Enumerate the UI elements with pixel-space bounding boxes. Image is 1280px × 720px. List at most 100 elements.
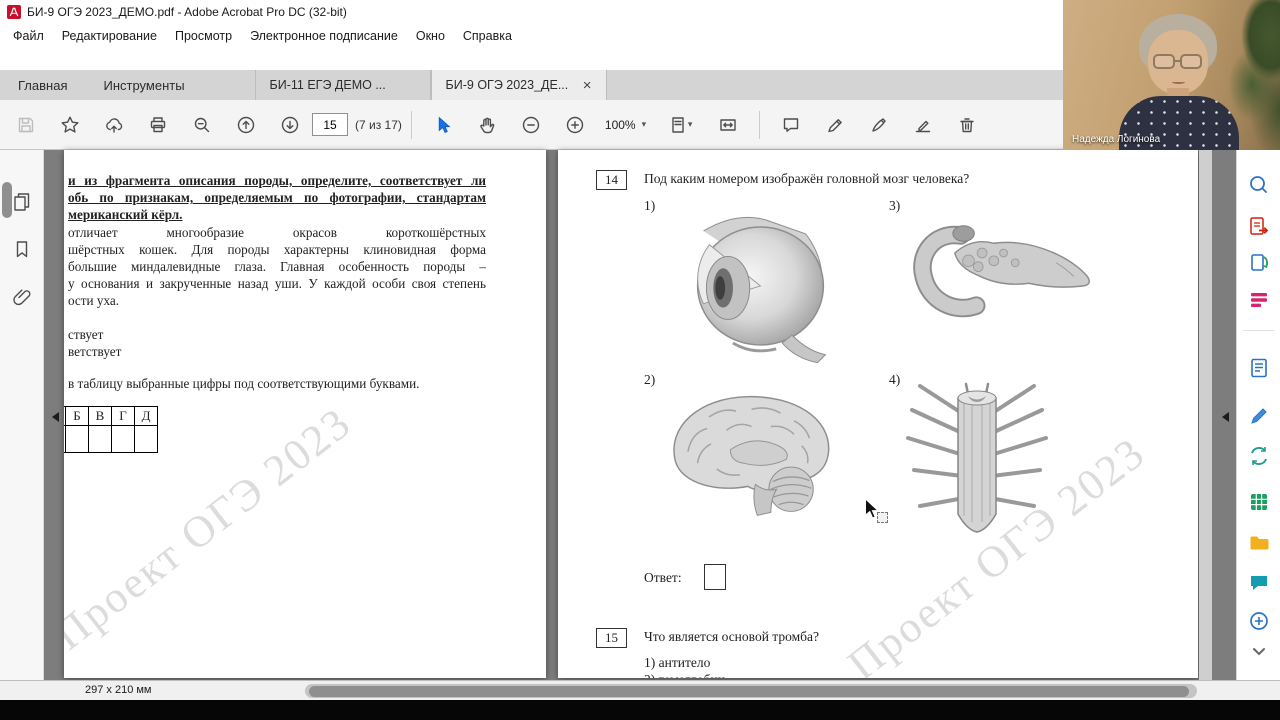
print-button[interactable] <box>136 100 180 150</box>
text-line: большие миндалевидные глаза. Главная осо… <box>68 259 486 274</box>
close-tab-icon[interactable]: × <box>583 78 592 93</box>
table-cell <box>88 425 112 453</box>
organize-pages-button[interactable] <box>1246 287 1272 313</box>
window-title: БИ-9 ОГЭ 2023_ДЕМО.pdf - Adobe Acrobat P… <box>27 5 347 19</box>
fill-sign-tool-button[interactable] <box>1246 403 1272 429</box>
select-tool-button[interactable] <box>421 100 465 150</box>
pages-icon <box>13 193 29 211</box>
q15-option-2: 2) гемоглобин <box>644 672 725 678</box>
presenter-mouth <box>1172 80 1185 84</box>
tab-doc-bi11[interactable]: БИ-11 ЕГЭ ДЕМО ... <box>254 70 431 100</box>
menu-esign[interactable]: Электронное подписание <box>241 24 407 48</box>
tab-tools[interactable]: Инструменты <box>85 70 202 100</box>
menu-window[interactable]: Окно <box>407 24 454 48</box>
table-cell <box>111 425 135 453</box>
attachments-button[interactable] <box>9 284 35 310</box>
fit-width-button[interactable] <box>706 100 750 150</box>
save-button[interactable] <box>4 100 48 150</box>
fit-width-icon <box>720 118 736 131</box>
zoom-search-button[interactable] <box>180 100 224 150</box>
export-pdf-button[interactable] <box>1246 214 1272 240</box>
next-page-button[interactable] <box>268 100 312 150</box>
previous-page-button[interactable] <box>224 100 268 150</box>
page-size-label: 297 x 210 мм <box>85 684 152 696</box>
option-label-1: 1) <box>644 198 656 213</box>
acrobat-logo-icon <box>7 5 21 19</box>
folder-icon <box>1250 536 1269 550</box>
delete-button[interactable] <box>945 100 989 150</box>
combine-files-button[interactable] <box>1246 530 1272 556</box>
sign-button[interactable] <box>857 100 901 150</box>
question-14-number: 14 <box>596 170 627 190</box>
glasses-lens-left <box>1153 54 1175 69</box>
page-thumbnails-button[interactable] <box>9 188 35 214</box>
page-number-input[interactable] <box>312 113 348 136</box>
paperclip-icon <box>12 289 30 306</box>
highlight-button[interactable] <box>813 100 857 150</box>
menu-help[interactable]: Справка <box>454 24 521 48</box>
text-line: обь по признакам, определяемым по фотогр… <box>68 190 486 205</box>
horizontal-scrollbar[interactable] <box>305 684 1197 698</box>
text-line: шёрстных кошек. Для породы характерны кл… <box>68 242 486 257</box>
left-panel-strip <box>0 150 44 680</box>
answer-table: Б В Г Д <box>64 406 158 453</box>
page-count-label: (7 из 17) <box>355 117 402 132</box>
fill-sign-button[interactable] <box>901 100 945 150</box>
save-icon <box>18 117 34 132</box>
text-line: ствует <box>68 327 104 342</box>
answer-input-box[interactable] <box>704 564 726 590</box>
zoom-in-button[interactable] <box>553 100 597 150</box>
webcam-name-label: Надежда Логинова <box>1072 134 1161 145</box>
hand-tool-button[interactable] <box>465 100 509 150</box>
cloud-upload-icon <box>106 117 123 133</box>
tab-home[interactable]: Главная <box>0 70 85 100</box>
minus-circle-icon <box>522 116 540 133</box>
page-display-dropdown[interactable]: ▾ <box>654 100 706 150</box>
share-cloud-button[interactable] <box>92 100 136 150</box>
menu-view[interactable]: Просмотр <box>166 24 241 48</box>
arrow-down-circle-icon <box>281 116 299 133</box>
single-page-icon <box>672 116 684 133</box>
form-document-icon <box>1251 358 1267 378</box>
zoom-level-dropdown[interactable]: 100% ▾ <box>597 100 654 150</box>
zoom-level-value: 100% <box>604 117 636 132</box>
option-label-2: 2) <box>644 372 656 387</box>
glasses-lens-right <box>1180 54 1202 69</box>
vertical-scrollbar-thumb[interactable] <box>1 182 12 218</box>
table-cell <box>65 425 89 453</box>
comment-button[interactable] <box>769 100 813 150</box>
text-line: ветствует <box>68 344 122 359</box>
toolbar-separator <box>759 110 761 139</box>
option-label-4: 4) <box>889 372 901 387</box>
toolbar-separator <box>410 110 412 139</box>
collapse-left-panel-icon[interactable] <box>47 412 59 422</box>
spreadsheet-icon <box>1251 494 1267 510</box>
glasses-bridge <box>1174 60 1181 62</box>
pancreas-image <box>910 212 1100 339</box>
question-15-text: Что является основой тромба? <box>644 629 819 644</box>
chat-bubble-icon <box>1251 576 1267 590</box>
text-line: и из фрагмента описания породы, определи… <box>68 173 486 188</box>
convert-button[interactable] <box>1246 443 1272 469</box>
fill-sign-icon <box>915 120 931 132</box>
pdf-page-right: Проект ОГЭ 2023 14 Под каким номером изо… <box>558 150 1198 678</box>
export-spreadsheet-button[interactable] <box>1246 489 1272 515</box>
menu-file[interactable]: Файл <box>4 24 53 48</box>
scroll-more-button[interactable] <box>1246 638 1272 664</box>
zoom-out-button[interactable] <box>509 100 553 150</box>
create-pdf-button[interactable] <box>1246 250 1272 276</box>
comment-tool-button[interactable] <box>1246 570 1272 596</box>
star-button[interactable] <box>48 100 92 150</box>
pdf-page-left: Проект ОГЭ 2023 и из фрагмента описания … <box>64 150 546 678</box>
status-bar: 297 x 210 мм <box>0 680 1280 700</box>
tab-doc-bi9[interactable]: БИ-9 ОГЭ 2023_ДЕ... × <box>430 70 607 100</box>
panel-divider <box>1243 330 1275 331</box>
bookmarks-button[interactable] <box>9 236 35 262</box>
vertical-scrollbar[interactable] <box>1199 150 1212 680</box>
menu-edit[interactable]: Редактирование <box>53 24 166 48</box>
horizontal-scrollbar-thumb[interactable] <box>309 685 1189 697</box>
search-tool-button[interactable] <box>1246 172 1272 198</box>
more-tools-button[interactable] <box>1246 608 1272 634</box>
collapse-right-panel-icon[interactable] <box>1217 412 1229 422</box>
prepare-form-button[interactable] <box>1246 355 1272 381</box>
